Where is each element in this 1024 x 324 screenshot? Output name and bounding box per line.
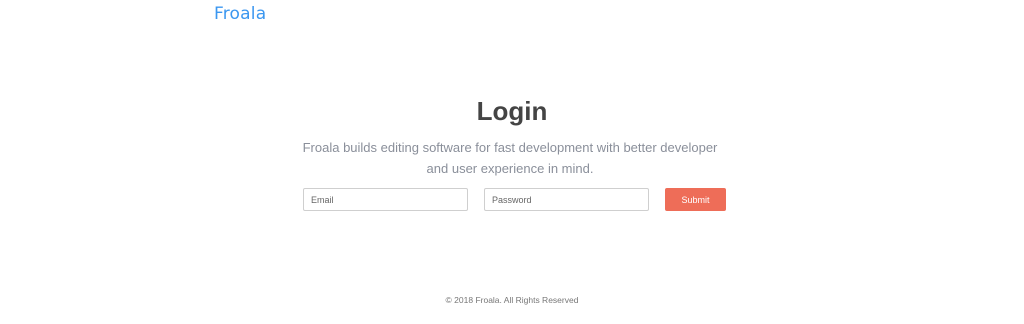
login-page: Froala Login Froala builds editing softw… (0, 0, 1024, 324)
password-field[interactable] (484, 188, 649, 211)
submit-button[interactable]: Submit (665, 188, 726, 211)
email-field[interactable] (303, 188, 468, 211)
froala-logo[interactable]: Froala (214, 4, 266, 24)
page-title: Login (476, 96, 548, 126)
page-subtitle: Froala builds editing software for fast … (302, 140, 718, 176)
footer-copyright: © 2018 Froala. All Rights Reserved (445, 295, 579, 305)
